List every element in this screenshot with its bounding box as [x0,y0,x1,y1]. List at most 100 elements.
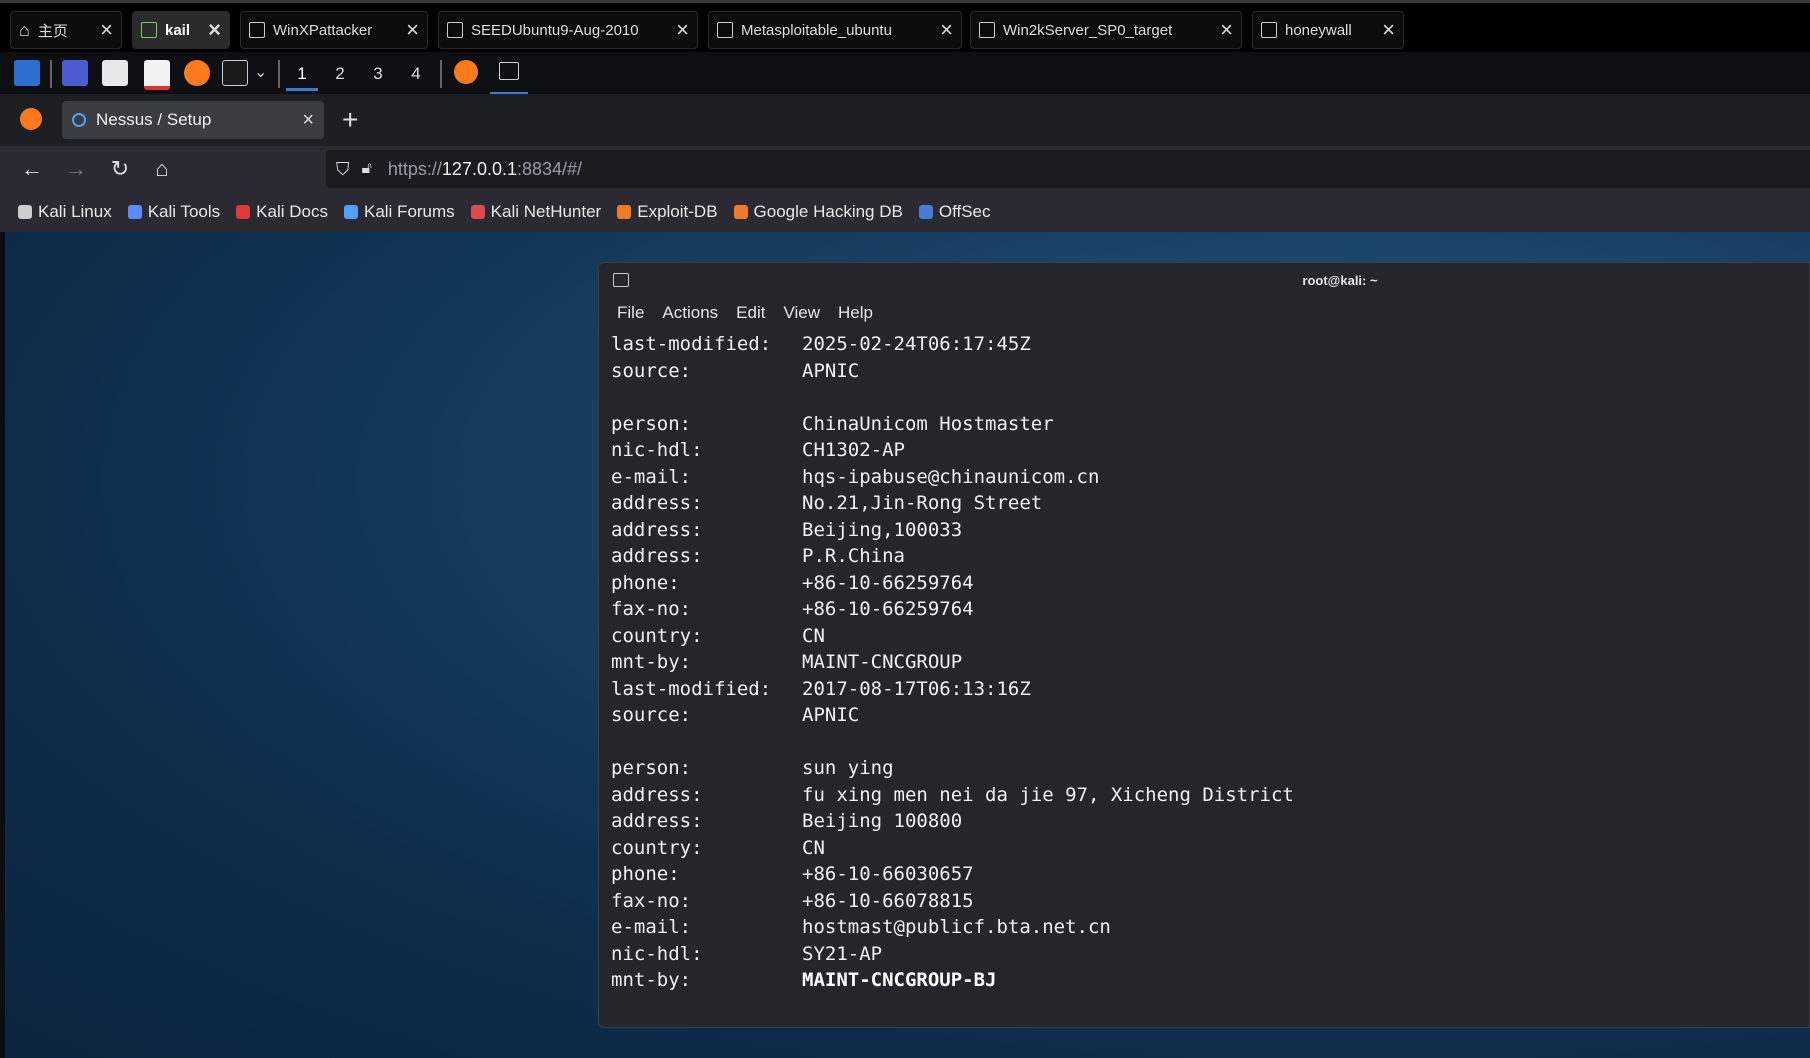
home-icon[interactable]: ⌂ [146,153,178,185]
terminal-output[interactable]: last-modified: 2025-02-24T06:17:45Z source… [611,331,1294,994]
terminal-icon[interactable] [222,60,248,86]
terminal-menubar: File Actions Edit View Help [617,303,891,323]
vm-tab-label: honeywall [1285,21,1352,39]
bookmark-kali-tools[interactable]: Kali Tools [127,202,221,222]
vm-icon [717,22,733,38]
terminal-line: country: CN [611,623,1294,650]
kali-menu-icon[interactable] [14,60,40,86]
lock-icon[interactable]: 🔓︎ [362,160,372,178]
terminal-line: e-mail: hqs-ipabuse@chinaunicom.cn [611,464,1294,491]
close-icon[interactable]: × [676,19,689,41]
vm-tab-winxpattacker[interactable]: WinXPattacker × [240,11,428,49]
close-icon[interactable]: × [1382,19,1395,41]
terminal-menu-file[interactable]: File [617,303,644,323]
vm-tab-seedubuntu[interactable]: SEEDUbuntu9-Aug-2010 × [438,11,698,49]
terminal-line: address: No.21,Jin-Rong Street [611,490,1294,517]
bookmark-google-hacking-db[interactable]: Google Hacking DB [733,202,903,222]
bookmark-favicon-icon [617,205,632,219]
whois-field-key: address: [611,492,703,514]
terminal-line: nic-hdl: CH1302-AP [611,437,1294,464]
bookmark-label: Exploit-DB [637,202,718,221]
bookmark-kali-nethunter[interactable]: Kali NetHunter [470,202,602,222]
kali-top-panel: ⌄ 1 2 3 4 [0,52,1810,95]
bookmark-favicon-icon [470,205,485,219]
vm-tab-win2kserver[interactable]: Win2kServer_SP0_target × [970,11,1242,49]
vm-tab-home[interactable]: ⌂ 主页 × [10,11,122,49]
terminal-icon [499,62,519,80]
terminal-line: last-modified: 2017-08-17T06:13:16Z [611,676,1294,703]
bookmark-offsec[interactable]: OffSec [918,202,991,222]
workspace-1[interactable]: 1 [286,60,318,91]
close-icon[interactable]: × [208,19,221,41]
vm-tab-label: SEEDUbuntu9-Aug-2010 [471,21,639,39]
whois-field-key: nic-hdl: [611,439,703,461]
whois-field-key: phone: [611,571,680,594]
reload-icon[interactable]: ↻ [104,153,136,185]
bookmark-label: Kali Tools [147,202,221,221]
bookmark-kali-forums[interactable]: Kali Forums [343,202,455,222]
whois-field-key: fax-no: [611,889,692,912]
firefox-navbar: ← → ↻ ⌂ ⛉ 🔓︎ https://127.0.0.1:8834/#/ [0,146,1810,192]
whois-field-value: 2017-08-17T06:13:16Z [802,677,1031,700]
vm-icon [1261,22,1277,38]
bookmark-favicon-icon [343,205,358,219]
vm-tab-metasploitable[interactable]: Metasploitable_ubuntu × [708,11,962,49]
whois-field-key: phone: [611,863,680,885]
whois-field-key: person: [611,757,692,779]
whois-field-value: APNIC [802,704,860,726]
whois-field-value: CN [802,624,825,647]
whois-field-key: country: [611,836,703,859]
terminal-menu-actions[interactable]: Actions [662,303,718,323]
bookmark-label: Kali NetHunter [490,202,602,221]
vm-tab-label: 主页 [37,22,68,40]
forward-arrow-icon[interactable]: → [60,153,92,185]
whois-field-value: Beijing,100033 [802,518,963,541]
terminal-line: phone: +86-10-66259764 [611,570,1294,597]
back-arrow-icon[interactable]: ← [16,153,48,185]
terminal-menu-help[interactable]: Help [838,303,873,323]
bookmark-favicon-icon [733,205,748,219]
terminal-title: root@kali: ~ [1302,273,1378,288]
terminal-menu-view[interactable]: View [783,303,820,323]
workspace-3[interactable]: 3 [362,60,394,88]
whois-field-key: source: [611,359,692,382]
whois-field-value: +86-10-66078815 [802,889,974,912]
text-editor-icon[interactable] [144,60,170,90]
close-icon[interactable]: × [302,109,314,132]
terminal-window[interactable]: root@kali: ~ File Actions Edit View Help las… [598,262,1810,1028]
shield-icon[interactable]: ⛉ [336,159,350,180]
bookmarks-toolbar: Kali Linux Kali Tools Kali Docs Kali Forums… [0,192,1810,232]
whois-field-key: address: [611,810,703,832]
whois-field-key: mnt-by: [611,969,692,991]
bookmark-favicon-icon [18,205,32,219]
firefox-icon[interactable] [184,60,210,86]
close-icon[interactable]: × [940,19,953,41]
file-manager-icon[interactable] [102,60,128,86]
bookmark-kali-linux[interactable]: Kali Linux [18,202,112,222]
close-icon[interactable]: × [1220,19,1233,41]
bookmark-exploit-db[interactable]: Exploit-DB [617,202,718,222]
terminal-menu-edit[interactable]: Edit [736,303,765,323]
close-icon[interactable]: × [100,19,113,41]
bookmark-label: OffSec [938,202,991,221]
whois-field-value: SY21-AP [802,942,883,965]
vm-tab-label: Metasploitable_ubuntu [741,21,892,39]
bookmark-kali-docs[interactable]: Kali Docs [236,202,328,222]
whois-field-key: source: [611,704,692,726]
terminal-titlebar[interactable]: root@kali: ~ [599,263,1809,299]
whois-field-key: e-mail: [611,465,692,488]
close-icon[interactable]: × [406,19,419,41]
nessus-favicon-icon [72,113,86,127]
show-desktop-icon[interactable] [62,60,88,86]
taskbar-firefox-icon[interactable] [454,60,478,84]
vm-tab-honeywall[interactable]: honeywall × [1252,11,1404,49]
new-tab-button[interactable]: + [342,102,358,138]
whois-field-key: country: [611,624,703,647]
workspace-4[interactable]: 4 [400,60,432,88]
chevron-down-icon[interactable]: ⌄ [254,62,267,82]
taskbar-terminal-item[interactable] [490,58,528,95]
browser-tab-nessus[interactable]: Nessus / Setup × [62,101,324,139]
url-bar[interactable]: ⛉ 🔓︎ https://127.0.0.1:8834/#/ [326,150,1810,188]
workspace-2[interactable]: 2 [324,60,356,88]
vm-tab-kail[interactable]: kail × [132,11,230,49]
